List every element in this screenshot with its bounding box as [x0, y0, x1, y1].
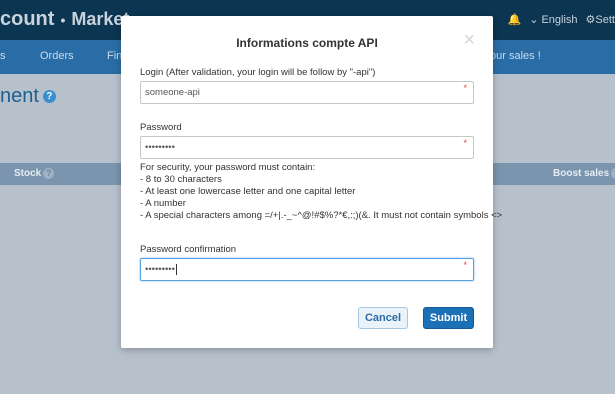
password-confirm-value: •••••••••: [145, 264, 175, 275]
settings-label: Sett: [595, 14, 615, 26]
nav-item-0[interactable]: s: [0, 50, 6, 62]
bell-icon[interactable]: 🔔: [507, 13, 521, 26]
password-field[interactable]: ••••••••• *: [140, 136, 474, 159]
password-rules: For security, your password must contain…: [140, 162, 503, 222]
nav-item-orders[interactable]: Orders: [40, 50, 74, 62]
password-label: Password: [140, 122, 182, 133]
language-selector[interactable]: ⌄ English: [529, 13, 577, 26]
top-right-controls: 🔔 ⌄ English ⚙Sett: [507, 13, 615, 26]
cancel-button[interactable]: Cancel: [358, 307, 408, 329]
text-caret: [175, 263, 177, 275]
column-header-stock[interactable]: Stock?: [14, 168, 55, 180]
column-label: Boost sales: [553, 168, 610, 180]
page-title-text: nent: [0, 85, 39, 107]
brand-logo[interactable]: count • Market: [0, 8, 129, 31]
login-label: Login (After validation, your login will…: [140, 67, 376, 78]
password-confirm-label: Password confirmation: [140, 244, 237, 255]
close-icon[interactable]: ×: [463, 30, 475, 50]
rule-item: - A special characters among =/+|.-_~^@!…: [140, 210, 503, 221]
nav-item-your-sales[interactable]: our sales !: [490, 50, 541, 62]
required-marker: *: [463, 260, 467, 270]
column-label: Stock: [14, 168, 42, 180]
required-marker: *: [463, 83, 467, 93]
required-marker: *: [463, 138, 467, 148]
password-confirm-field[interactable]: ••••••••• *: [140, 258, 474, 281]
brand-separator: •: [60, 11, 66, 28]
modal-title: Informations compte API: [236, 36, 378, 50]
settings-menu[interactable]: ⚙Sett: [586, 13, 615, 26]
page-title: nent?: [0, 85, 56, 108]
help-icon[interactable]: ?: [42, 90, 56, 104]
brand-name: count: [0, 8, 55, 30]
gear-icon: ⚙: [585, 14, 596, 26]
rule-intro: For security, your password must contain…: [140, 162, 316, 173]
password-value: •••••••••: [145, 142, 175, 153]
help-icon[interactable]: ?: [611, 168, 615, 179]
column-header-boost-sales[interactable]: Boost sales?: [553, 168, 615, 179]
nav-item-finance[interactable]: Fin: [107, 50, 122, 62]
login-value: someone-api: [145, 87, 200, 98]
api-account-modal: Informations compte API × Login (After v…: [121, 16, 503, 348]
rule-item: - At least one lowercase letter and one …: [140, 186, 356, 197]
language-label: English: [541, 14, 578, 26]
login-field[interactable]: someone-api *: [140, 81, 474, 104]
rule-item: - A number: [140, 198, 186, 209]
rule-item: - 8 to 30 characters: [140, 174, 222, 185]
chevron-down-icon: ⌄: [529, 14, 539, 26]
help-icon[interactable]: ?: [43, 168, 55, 179]
submit-button[interactable]: Submit: [423, 307, 474, 329]
